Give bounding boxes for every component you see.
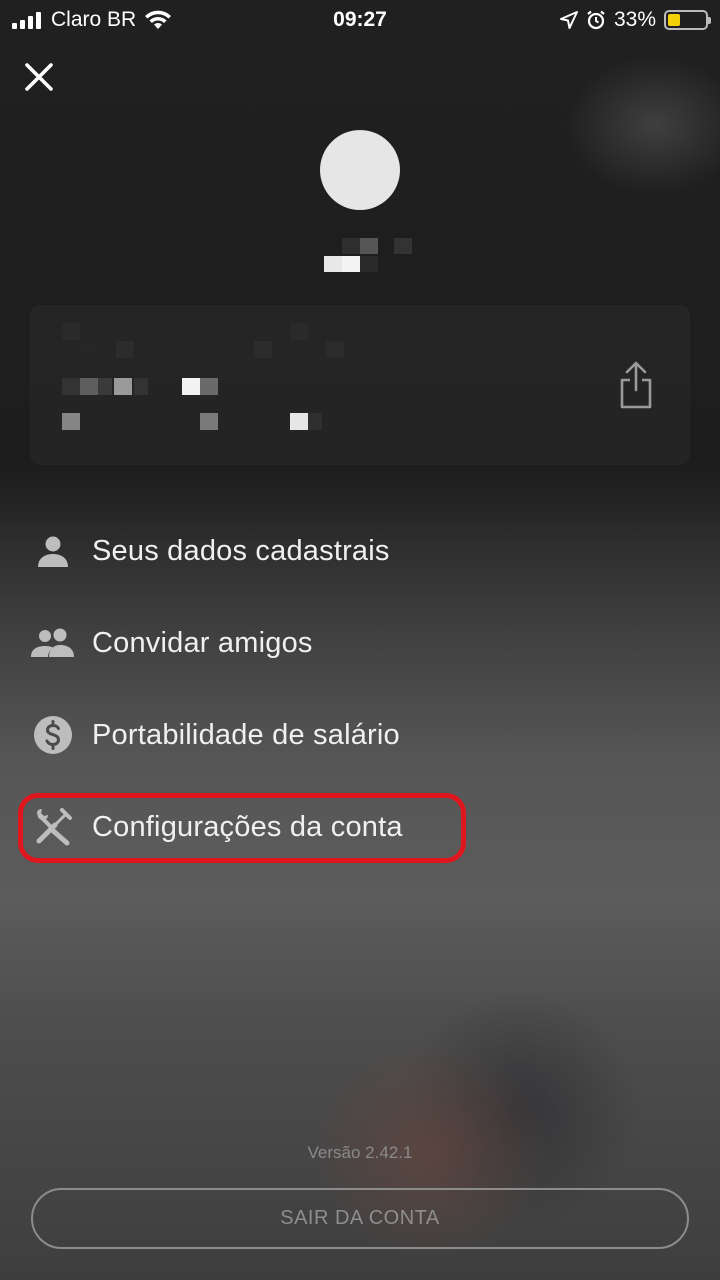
battery-level xyxy=(668,14,680,26)
dollar-circle-icon xyxy=(28,713,78,757)
share-button[interactable] xyxy=(616,360,656,412)
menu-item-salary-portability[interactable]: Portabilidade de salário xyxy=(28,705,400,765)
location-arrow-icon xyxy=(559,11,578,29)
menu-item-invite-friends[interactable]: Convidar amigos xyxy=(28,613,313,673)
status-bar: Claro BR 09:27 33% xyxy=(0,0,720,40)
menu-item-label: Convidar amigos xyxy=(92,626,313,659)
share-icon xyxy=(620,361,652,409)
app-version: Versão 2.42.1 xyxy=(307,1143,413,1162)
close-icon xyxy=(25,63,53,91)
person-icon xyxy=(28,529,78,573)
battery-percent: 33% xyxy=(613,8,656,31)
battery-icon xyxy=(664,10,711,30)
highlight-annotation xyxy=(18,793,466,863)
avatar xyxy=(320,130,400,210)
menu-item-personal-data[interactable]: Seus dados cadastrais xyxy=(28,521,390,581)
menu-item-label: Seus dados cadastrais xyxy=(92,534,390,567)
close-button[interactable] xyxy=(20,58,58,96)
alarm-icon xyxy=(587,10,605,30)
logout-button[interactable]: SAIR DA CONTA xyxy=(31,1188,689,1249)
menu-item-label: Portabilidade de salário xyxy=(92,718,400,751)
people-icon xyxy=(28,621,78,665)
status-right: 33% xyxy=(559,8,711,32)
